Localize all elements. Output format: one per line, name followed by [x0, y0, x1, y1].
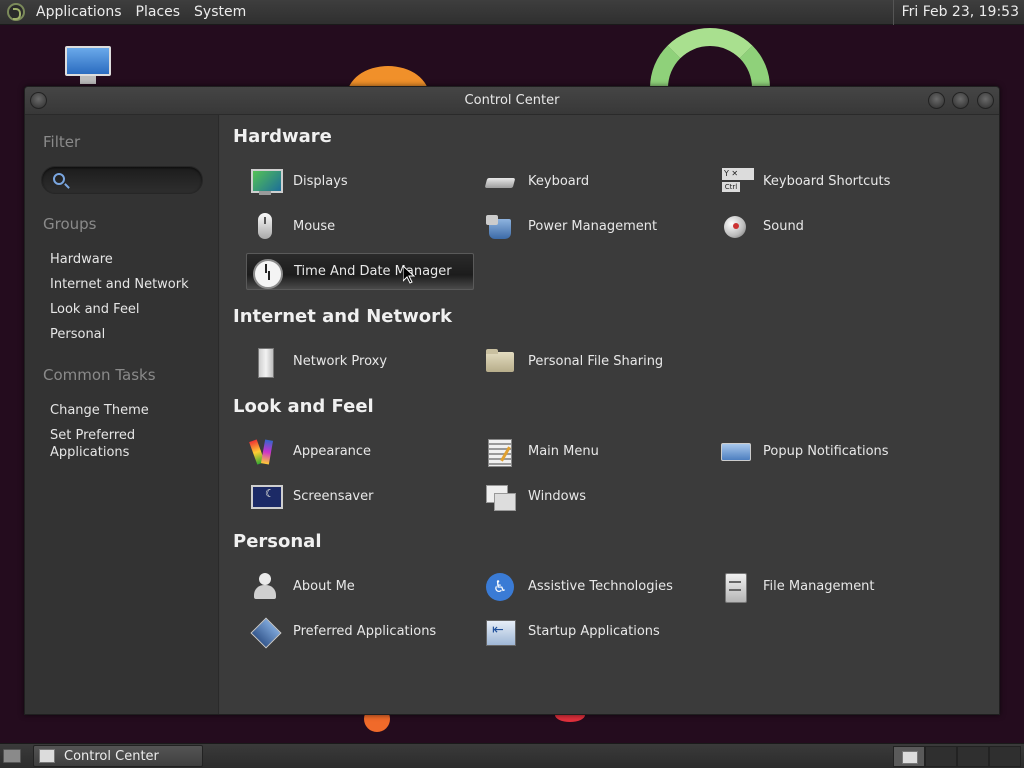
top-panel: Applications Places System Fri Feb 23, 1… — [0, 0, 1024, 25]
minimize-button[interactable] — [928, 92, 945, 109]
search-input[interactable] — [41, 166, 203, 194]
item-personal-file-sharing[interactable]: Personal File Sharing — [481, 343, 709, 380]
groups-heading: Groups — [43, 215, 97, 233]
sidebar-group-look-feel[interactable]: Look and Feel — [50, 301, 140, 318]
item-network-proxy[interactable]: Network Proxy — [246, 343, 474, 380]
item-appearance[interactable]: Appearance — [246, 433, 474, 470]
item-displays[interactable]: Displays — [246, 163, 474, 200]
close-button[interactable] — [977, 92, 994, 109]
item-label: Mouse — [293, 219, 336, 234]
sidebar: Filter Groups Hardware Internet and Netw… — [25, 115, 219, 714]
top-menu-bar: Applications Places System — [34, 0, 253, 25]
section-title-hardware: Hardware — [233, 126, 332, 147]
item-label: Keyboard Shortcuts — [763, 174, 891, 189]
item-label: Assistive Technologies — [528, 579, 673, 594]
taskbar-label: Control Center — [64, 748, 159, 764]
computer-icon[interactable] — [63, 46, 113, 86]
item-assistive-technologies[interactable]: Assistive Technologies — [481, 568, 709, 605]
item-sound[interactable]: Sound — [716, 208, 944, 245]
sidebar-group-hardware[interactable]: Hardware — [50, 251, 113, 268]
workspace-4[interactable] — [989, 746, 1021, 767]
item-time-and-date-manager[interactable]: Time And Date Manager — [246, 253, 474, 290]
item-preferred-applications[interactable]: Preferred Applications — [246, 613, 474, 650]
item-label: Power Management — [528, 219, 658, 234]
item-popup-notifications[interactable]: Popup Notifications — [716, 433, 944, 470]
item-mouse[interactable]: Mouse — [246, 208, 474, 245]
item-label: Network Proxy — [293, 354, 388, 369]
about-me-icon — [249, 571, 281, 603]
sidebar-group-personal[interactable]: Personal — [50, 326, 105, 343]
section-title-look-feel: Look and Feel — [233, 396, 374, 417]
file-sharing-icon — [484, 346, 516, 378]
distro-logo-icon[interactable] — [7, 3, 25, 21]
workspace-3[interactable] — [957, 746, 989, 767]
item-label: Time And Date Manager — [294, 264, 452, 279]
maximize-button[interactable] — [952, 92, 969, 109]
item-about-me[interactable]: About Me — [246, 568, 474, 605]
item-keyboard-shortcuts[interactable]: Keyboard Shortcuts — [716, 163, 944, 200]
item-label: Appearance — [293, 444, 372, 459]
bottom-panel: Control Center — [0, 743, 1024, 768]
section-title-personal: Personal — [233, 531, 322, 552]
item-label: Windows — [528, 489, 587, 504]
item-keyboard[interactable]: Keyboard — [481, 163, 709, 200]
file-management-icon — [719, 571, 751, 603]
popup-notifications-icon — [719, 436, 751, 468]
sound-icon — [719, 211, 751, 243]
appearance-icon — [249, 436, 281, 468]
window-title: Control Center — [464, 93, 560, 108]
filter-heading: Filter — [43, 133, 81, 151]
item-label: Sound — [763, 219, 804, 234]
displays-icon — [249, 166, 283, 198]
workspace-1[interactable] — [893, 746, 925, 767]
windows-icon — [484, 481, 516, 513]
common-tasks-heading: Common Tasks — [43, 366, 156, 384]
main-pane: Hardware Displays Keyboard Keyboard Shor… — [220, 115, 999, 714]
network-proxy-icon — [249, 346, 281, 378]
item-label: Preferred Applications — [293, 624, 437, 639]
control-center-app-icon — [39, 749, 55, 763]
item-label: File Management — [763, 579, 875, 594]
item-label: Screensaver — [293, 489, 374, 504]
item-label: Personal File Sharing — [528, 354, 664, 369]
preferred-applications-icon — [249, 616, 281, 648]
keyboard-shortcuts-icon — [719, 166, 754, 198]
taskbar-control-center[interactable]: Control Center — [33, 745, 203, 767]
item-power-management[interactable]: Power Management — [481, 208, 709, 245]
applications-menu[interactable]: Applications — [34, 0, 129, 25]
item-label: Startup Applications — [528, 624, 660, 639]
search-icon — [53, 173, 65, 185]
item-windows[interactable]: Windows — [481, 478, 709, 515]
task-set-preferred-applications[interactable]: Set Preferred Applications — [50, 427, 200, 461]
keyboard-icon — [484, 166, 516, 198]
screensaver-icon — [249, 481, 283, 513]
item-main-menu[interactable]: Main Menu — [481, 433, 709, 470]
item-label: Popup Notifications — [763, 444, 889, 459]
sidebar-group-internet-network[interactable]: Internet and Network — [50, 276, 189, 293]
item-label: Displays — [293, 174, 348, 189]
show-desktop-button[interactable] — [3, 749, 21, 763]
places-menu[interactable]: Places — [129, 0, 188, 25]
item-label: About Me — [293, 579, 355, 594]
main-menu-icon — [484, 436, 516, 468]
startup-applications-icon — [484, 616, 516, 648]
item-label: Main Menu — [528, 444, 599, 459]
workspace-switcher — [893, 746, 1023, 767]
mouse-icon — [249, 211, 281, 243]
task-change-theme[interactable]: Change Theme — [50, 402, 149, 419]
system-menu[interactable]: System — [187, 0, 253, 25]
clock[interactable]: Fri Feb 23, 19:53 — [892, 0, 1019, 25]
clock-icon — [250, 256, 283, 289]
item-startup-applications[interactable]: Startup Applications — [481, 613, 709, 650]
assistive-technologies-icon — [484, 571, 516, 603]
item-file-management[interactable]: File Management — [716, 568, 944, 605]
control-center-window: Control Center Filter Groups Hardware In… — [24, 86, 1000, 715]
workspace-2[interactable] — [925, 746, 957, 767]
window-menu-button[interactable] — [30, 92, 47, 109]
item-screensaver[interactable]: Screensaver — [246, 478, 474, 515]
power-management-icon — [484, 211, 516, 243]
section-title-internet-network: Internet and Network — [233, 306, 452, 327]
window-titlebar[interactable]: Control Center — [25, 87, 999, 115]
item-label: Keyboard — [528, 174, 590, 189]
